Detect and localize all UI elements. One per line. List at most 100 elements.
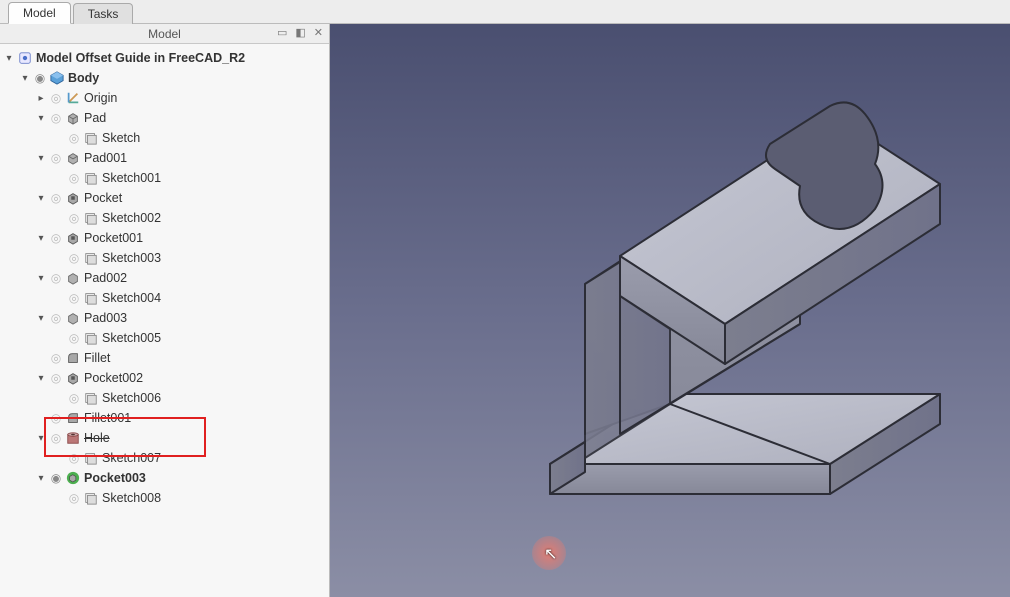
tree-feature-pad[interactable]: ▾ ◎ Pad	[2, 108, 329, 128]
panel-close-icon[interactable]: ✕	[312, 26, 325, 39]
visibility-icon[interactable]: ◉	[32, 71, 48, 85]
chevron-down-icon[interactable]: ▾	[18, 73, 32, 84]
panel-title: Model	[148, 27, 181, 41]
pocket-tip-icon	[64, 470, 82, 486]
visibility-hidden-icon[interactable]: ◎	[48, 271, 64, 285]
chevron-down-icon[interactable]: ▾	[34, 193, 48, 204]
tree-body[interactable]: ▾ ◉ Body	[2, 68, 329, 88]
hole-icon	[64, 430, 82, 446]
tree-sketch[interactable]: ◎ Sketch	[2, 128, 329, 148]
pocket-icon	[64, 190, 82, 206]
tree-sketch[interactable]: ◎ Sketch005	[2, 328, 329, 348]
tree-label: Origin	[84, 91, 117, 105]
visibility-hidden-icon[interactable]: ◎	[66, 171, 82, 185]
visibility-hidden-icon[interactable]: ◎	[66, 391, 82, 405]
tree-label: Pocket002	[84, 371, 143, 385]
visibility-hidden-icon[interactable]: ◎	[66, 331, 82, 345]
tree-label: Pocket	[84, 191, 122, 205]
sketch-icon	[82, 170, 100, 186]
visibility-hidden-icon[interactable]: ◎	[48, 111, 64, 125]
tree-label: Sketch007	[102, 451, 161, 465]
tree-sketch[interactable]: ◎ Sketch003	[2, 248, 329, 268]
visibility-hidden-icon[interactable]: ◎	[66, 451, 82, 465]
pad-icon	[64, 310, 82, 326]
tree-feature-hole[interactable]: ▾ ◎ Hole	[2, 428, 329, 448]
chevron-down-icon[interactable]: ▾	[34, 113, 48, 124]
tree-sketch[interactable]: ◎ Sketch006	[2, 388, 329, 408]
sketch-icon	[82, 490, 100, 506]
tree-feature-fillet001[interactable]: ◎ Fillet001	[2, 408, 329, 428]
3d-viewport[interactable]: ↖	[330, 24, 1010, 597]
model-tree[interactable]: ▾ Model Offset Guide in FreeCAD_R2 ▾ ◉ B…	[0, 44, 329, 597]
sketch-icon	[82, 390, 100, 406]
visibility-hidden-icon[interactable]: ◎	[48, 191, 64, 205]
tree-feature-fillet[interactable]: ◎ Fillet	[2, 348, 329, 368]
document-icon	[16, 50, 34, 66]
visibility-hidden-icon[interactable]: ◎	[66, 211, 82, 225]
visibility-icon[interactable]: ◉	[48, 471, 64, 485]
tree-label: Sketch001	[102, 171, 161, 185]
3d-model-render	[330, 24, 1010, 584]
tree-document[interactable]: ▾ Model Offset Guide in FreeCAD_R2	[2, 48, 329, 68]
tab-bar: Model Tasks	[0, 0, 1010, 24]
tree-feature-pocket003[interactable]: ▾ ◉ Pocket003	[2, 468, 329, 488]
chevron-down-icon[interactable]: ▾	[34, 373, 48, 384]
tree-label: Pad002	[84, 271, 127, 285]
tree-label: Pocket003	[84, 471, 146, 485]
tree-sketch[interactable]: ◎ Sketch007	[2, 448, 329, 468]
visibility-hidden-icon[interactable]: ◎	[66, 131, 82, 145]
tree-label: Model Offset Guide in FreeCAD_R2	[36, 51, 245, 65]
visibility-hidden-icon[interactable]: ◎	[66, 251, 82, 265]
chevron-down-icon[interactable]: ▾	[34, 153, 48, 164]
tree-sketch[interactable]: ◎ Sketch004	[2, 288, 329, 308]
chevron-down-icon[interactable]: ▾	[34, 313, 48, 324]
tree-label: Sketch002	[102, 211, 161, 225]
tree-origin[interactable]: ▸ ◎ Origin	[2, 88, 329, 108]
visibility-hidden-icon[interactable]: ◎	[48, 311, 64, 325]
model-panel: Model ▭ ◧ ✕ ▾ Model Offset Guide in Free…	[0, 24, 330, 597]
chevron-down-icon[interactable]: ▾	[34, 433, 48, 444]
tree-label: Fillet001	[84, 411, 131, 425]
sketch-icon	[82, 290, 100, 306]
panel-float-icon[interactable]: ◧	[293, 26, 307, 39]
chevron-down-icon[interactable]: ▾	[2, 53, 16, 64]
tab-tasks[interactable]: Tasks	[73, 3, 134, 24]
tree-label: Pad003	[84, 311, 127, 325]
chevron-down-icon[interactable]: ▾	[34, 473, 48, 484]
visibility-hidden-icon[interactable]: ◎	[48, 371, 64, 385]
tree-label: Body	[68, 71, 99, 85]
tab-model[interactable]: Model	[8, 2, 71, 24]
visibility-hidden-icon[interactable]: ◎	[48, 231, 64, 245]
tree-label: Pad	[84, 111, 106, 125]
tree-label: Sketch	[102, 131, 140, 145]
tree-feature-pocket002[interactable]: ▾ ◎ Pocket002	[2, 368, 329, 388]
panel-undock-icon[interactable]: ▭	[275, 26, 289, 39]
visibility-hidden-icon[interactable]: ◎	[48, 431, 64, 445]
tree-feature-pad003[interactable]: ▾ ◎ Pad003	[2, 308, 329, 328]
chevron-down-icon[interactable]: ▾	[34, 273, 48, 284]
chevron-right-icon[interactable]: ▸	[34, 93, 48, 104]
visibility-hidden-icon[interactable]: ◎	[66, 491, 82, 505]
tree-feature-pad001[interactable]: ▾ ◎ Pad001	[2, 148, 329, 168]
tree-label: Sketch003	[102, 251, 161, 265]
pocket-icon	[64, 370, 82, 386]
tree-sketch[interactable]: ◎ Sketch001	[2, 168, 329, 188]
tree-sketch[interactable]: ◎ Sketch002	[2, 208, 329, 228]
tree-label: Sketch006	[102, 391, 161, 405]
tree-label: Hole	[84, 431, 110, 445]
visibility-hidden-icon[interactable]: ◎	[48, 411, 64, 425]
chevron-down-icon[interactable]: ▾	[34, 233, 48, 244]
tree-feature-pocket001[interactable]: ▾ ◎ Pocket001	[2, 228, 329, 248]
visibility-hidden-icon[interactable]: ◎	[48, 91, 64, 105]
visibility-hidden-icon[interactable]: ◎	[66, 291, 82, 305]
sketch-icon	[82, 130, 100, 146]
visibility-hidden-icon[interactable]: ◎	[48, 351, 64, 365]
panel-header: Model ▭ ◧ ✕	[0, 24, 329, 44]
sketch-icon	[82, 330, 100, 346]
fillet-icon	[64, 350, 82, 366]
tree-sketch[interactable]: ◎ Sketch008	[2, 488, 329, 508]
tree-feature-pocket[interactable]: ▾ ◎ Pocket	[2, 188, 329, 208]
tree-feature-pad002[interactable]: ▾ ◎ Pad002	[2, 268, 329, 288]
visibility-hidden-icon[interactable]: ◎	[48, 151, 64, 165]
tree-label: Sketch004	[102, 291, 161, 305]
